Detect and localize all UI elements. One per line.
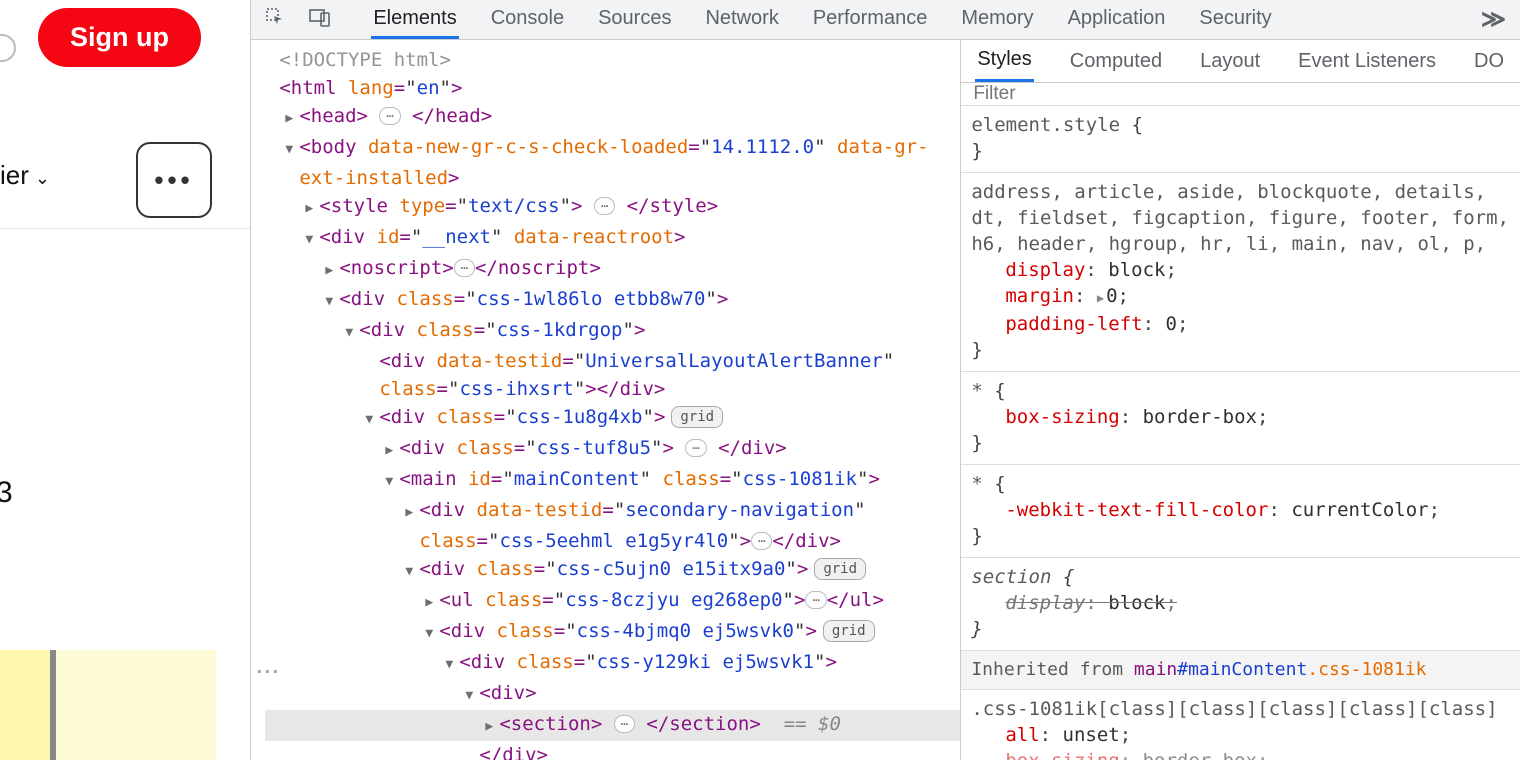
divider (0, 228, 250, 229)
devtools-toolbar: Elements Console Sources Network Perform… (251, 0, 1520, 40)
devtools-tab-row: Elements Console Sources Network Perform… (371, 1, 1273, 39)
website-preview-partial: Sign up ier⌄ ••• o artificial 3 (0, 0, 250, 760)
overflow-ellipsis-icon[interactable]: ⋯ (255, 657, 281, 686)
device-toolbar-icon[interactable] (309, 7, 331, 32)
dom-tree-panel[interactable]: <!DOCTYPE html> <html lang="en"> ▶<head>… (251, 40, 961, 760)
styles-tab-row: Styles Computed Layout Event Listeners D… (961, 40, 1520, 83)
tab-sources[interactable]: Sources (596, 1, 673, 39)
highlight-row (0, 650, 216, 760)
tab-styles[interactable]: Styles (975, 40, 1033, 82)
signup-button[interactable]: Sign up (38, 8, 201, 67)
inherited-from-row: Inherited from main#mainContent.css-1081… (961, 651, 1520, 690)
label-3: 3 (0, 476, 13, 510)
styles-filter-input[interactable] (961, 83, 1520, 105)
inspect-element-icon[interactable] (265, 7, 285, 32)
tab-layout[interactable]: Layout (1198, 42, 1262, 81)
tab-computed[interactable]: Computed (1068, 42, 1164, 81)
chevron-down-icon: ⌄ (35, 168, 50, 189)
doctype: <!DOCTYPE html> (279, 49, 451, 71)
tab-console[interactable]: Console (489, 1, 566, 39)
tab-network[interactable]: Network (703, 1, 780, 39)
tab-memory[interactable]: Memory (959, 1, 1035, 39)
grid-badge[interactable]: grid (823, 620, 875, 642)
tab-security[interactable]: Security (1197, 1, 1273, 39)
tab-event-listeners[interactable]: Event Listeners (1296, 42, 1438, 81)
grid-badge[interactable]: grid (671, 406, 723, 428)
devtools-panel: Elements Console Sources Network Perform… (250, 0, 1520, 760)
tab-elements[interactable]: Elements (371, 1, 458, 39)
styles-panel: Styles Computed Layout Event Listeners D… (961, 40, 1520, 760)
css-rules-list[interactable]: element.style { } address, article, asid… (961, 106, 1520, 760)
selected-node[interactable]: ▶<section> ⋯ </section> == $0 (265, 710, 960, 741)
tab-performance[interactable]: Performance (811, 1, 930, 39)
search-icon[interactable] (0, 34, 16, 62)
more-actions-button[interactable]: ••• (136, 142, 212, 218)
tab-dom-cut[interactable]: DO (1472, 42, 1506, 81)
dropdown-label-partial[interactable]: ier⌄ (0, 160, 50, 191)
grid-badge[interactable]: grid (814, 558, 866, 580)
more-tabs-icon[interactable]: ≫ (1481, 5, 1506, 34)
tab-application[interactable]: Application (1066, 1, 1168, 39)
